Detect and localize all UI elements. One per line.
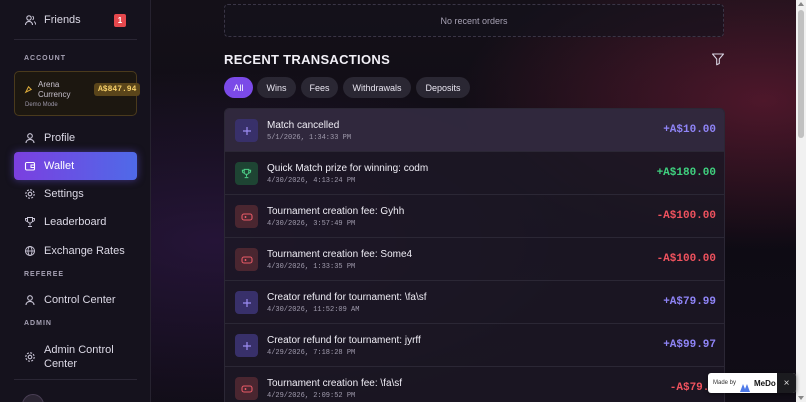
sidebar: Friends 1 ACCOUNT Arena Currency A$847.9… <box>0 0 151 402</box>
plus-icon <box>235 119 258 142</box>
transaction-title: Tournament creation fee: Gyhh <box>267 206 405 217</box>
transaction-amount: +A$10.00 <box>663 124 716 136</box>
divider <box>14 379 137 380</box>
wallet-icon <box>24 160 36 172</box>
transaction-title: Quick Match prize for winning: codm <box>267 163 429 174</box>
sidebar-item-label: Settings <box>44 188 84 200</box>
transaction-row[interactable]: Match cancelled 5/1/2026, 1:34:33 PM +A$… <box>225 109 724 152</box>
main-content: No recent orders RECENT TRANSACTIONS All… <box>151 0 796 402</box>
scroll-up-arrow-icon[interactable] <box>798 2 804 6</box>
trophy-icon <box>235 162 258 185</box>
avatar[interactable] <box>22 394 44 402</box>
transaction-amount: -A$100.00 <box>656 253 716 265</box>
section-label-admin: ADMIN <box>24 320 52 327</box>
transaction-amount: -A$100.00 <box>656 210 716 222</box>
filter-chip-deposits[interactable]: Deposits <box>416 77 470 98</box>
sidebar-item-label: Friends <box>44 14 81 26</box>
transaction-amount: +A$79.99 <box>663 296 716 308</box>
user-icon <box>24 132 36 144</box>
currency-name: Arena Currency <box>38 80 71 99</box>
transaction-date: 4/30/2026, 11:52:09 AM <box>267 306 360 314</box>
gamepad-icon <box>235 377 258 400</box>
gear-icon <box>24 351 36 363</box>
sidebar-item-leaderboard[interactable]: Leaderboard <box>14 208 137 236</box>
gear-icon <box>24 188 36 200</box>
transaction-date: 4/30/2026, 4:13:24 PM <box>267 177 356 185</box>
plus-icon <box>235 334 258 357</box>
page-scrollbar[interactable] <box>796 0 806 402</box>
transaction-row[interactable]: Creator refund for tournament: jyrff 4/2… <box>225 324 724 367</box>
gamepad-icon <box>235 205 258 228</box>
made-by-text: Made by <box>713 380 737 386</box>
transaction-amount: +A$180.00 <box>656 167 716 179</box>
transaction-date: 4/29/2026, 2:09:52 PM <box>267 392 356 400</box>
sidebar-item-exchange-rates[interactable]: Exchange Rates <box>14 237 137 265</box>
transaction-row[interactable]: Creator refund for tournament: \fa\sf 4/… <box>225 281 724 324</box>
filter-chip-all[interactable]: All <box>224 77 253 98</box>
transaction-row[interactable]: Tournament creation fee: \fa\sf 4/29/202… <box>225 367 724 402</box>
sidebar-item-admin-control-center[interactable]: Admin Control Center <box>14 340 137 374</box>
divider <box>14 39 137 40</box>
sidebar-item-wallet[interactable]: Wallet <box>14 152 137 180</box>
brand-name: MeDo <box>754 378 776 388</box>
transaction-row[interactable]: Quick Match prize for winning: codm 4/30… <box>225 152 724 195</box>
demo-mode-label: Demo Mode <box>25 102 58 108</box>
sidebar-item-profile[interactable]: Profile <box>14 124 137 152</box>
notification-badge: 1 <box>114 14 126 27</box>
transaction-date: 4/30/2026, 3:57:49 PM <box>267 220 356 228</box>
globe-icon <box>24 245 36 257</box>
sidebar-item-label: Wallet <box>44 160 75 172</box>
transaction-title: Tournament creation fee: Some4 <box>267 249 413 260</box>
close-icon[interactable]: × <box>777 373 796 393</box>
recent-orders-empty: No recent orders <box>224 4 724 37</box>
medo-logo-icon <box>740 379 751 392</box>
plus-icon <box>235 291 258 314</box>
transaction-date: 4/30/2026, 1:33:35 PM <box>267 263 356 271</box>
currency-card[interactable]: Arena Currency A$847.94 Demo Mode <box>14 71 141 116</box>
sidebar-item-label: Profile <box>44 132 76 144</box>
filter-icon[interactable] <box>711 52 725 66</box>
sidebar-item-label: Exchange Rates <box>44 245 125 257</box>
transaction-amount: +A$99.97 <box>663 339 716 351</box>
transaction-date: 5/1/2026, 1:34:33 PM <box>267 134 352 142</box>
empty-state-text: No recent orders <box>440 15 508 26</box>
users-icon <box>24 14 36 26</box>
sidebar-item-label: Admin Control Center <box>44 344 114 370</box>
transaction-title: Creator refund for tournament: \fa\sf <box>267 292 427 303</box>
transaction-title: Tournament creation fee: \fa\sf <box>267 378 403 389</box>
scrollbar-thumb[interactable] <box>798 10 804 138</box>
filter-chip-wins[interactable]: Wins <box>257 77 296 98</box>
sidebar-item-settings[interactable]: Settings <box>14 180 137 208</box>
currency-balance: A$847.94 <box>94 83 141 96</box>
sidebar-item-label: Leaderboard <box>44 216 107 228</box>
transactions-list: Match cancelled 5/1/2026, 1:34:33 PM +A$… <box>224 108 725 402</box>
filter-chip-fees[interactable]: Fees <box>301 77 338 98</box>
gamepad-icon <box>235 248 258 271</box>
sidebar-item-label: Control Center <box>44 294 116 306</box>
filter-chip-withdrawals[interactable]: Withdrawals <box>343 77 411 98</box>
transaction-row[interactable]: Tournament creation fee: Some4 4/30/2026… <box>225 238 724 281</box>
scroll-down-arrow-icon[interactable] <box>798 396 804 400</box>
page-title: RECENT TRANSACTIONS <box>224 52 391 67</box>
transaction-row[interactable]: Tournament creation fee: Gyhh 4/30/2026,… <box>225 195 724 238</box>
user-icon <box>24 294 36 306</box>
section-label-referee: REFEREE <box>24 271 65 278</box>
transaction-date: 4/29/2026, 7:18:28 PM <box>267 349 356 357</box>
transaction-title: Creator refund for tournament: jyrff <box>267 335 421 346</box>
section-label-account: ACCOUNT <box>24 55 66 62</box>
sidebar-item-control-center[interactable]: Control Center <box>14 286 137 314</box>
coin-icon <box>24 85 33 96</box>
trophy-icon <box>24 216 36 228</box>
transaction-title: Match cancelled <box>267 120 340 131</box>
